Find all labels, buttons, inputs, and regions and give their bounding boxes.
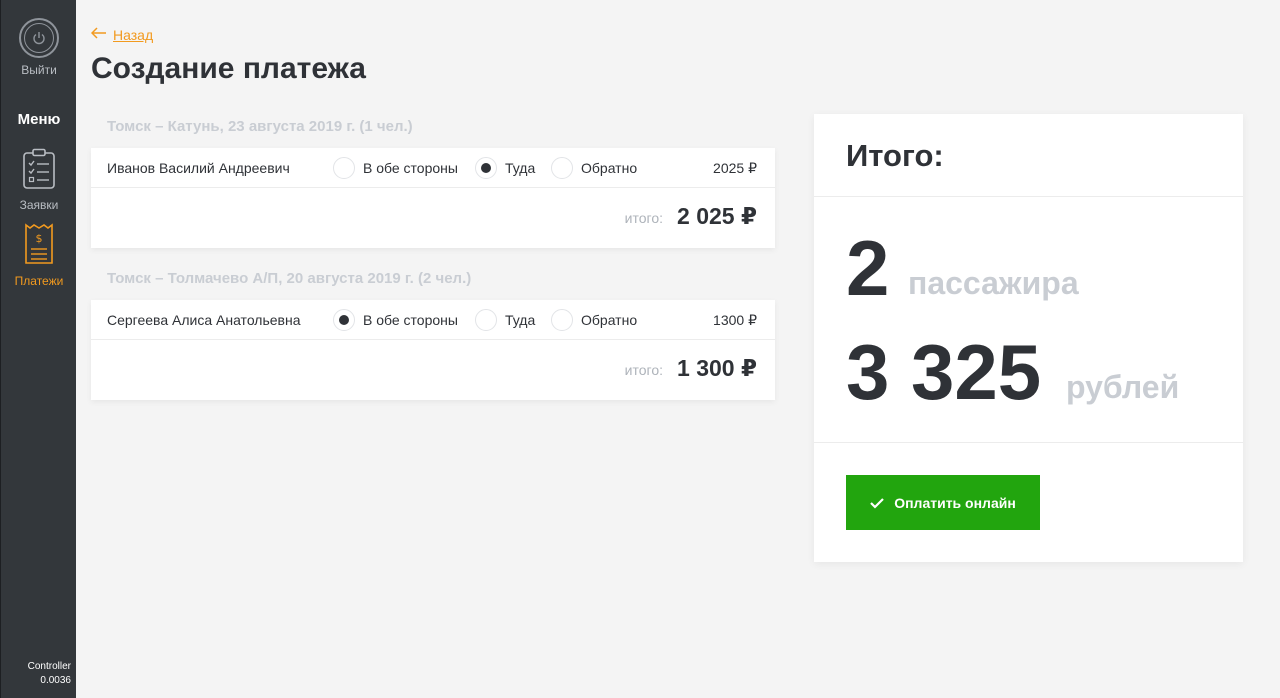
- sidebar-item-payments[interactable]: $ Платежи: [1, 222, 77, 288]
- radio-circle-selected: [475, 157, 497, 179]
- passengers-unit: пассажира: [908, 265, 1079, 301]
- radio-label: Туда: [505, 312, 536, 328]
- route-total: итого: 2 025 ₽: [91, 188, 775, 248]
- radio-circle: [475, 309, 497, 331]
- total-label: итого:: [624, 210, 663, 226]
- total-label: итого:: [624, 362, 663, 378]
- total-value: 1 300 ₽: [677, 355, 757, 381]
- radio-label: Туда: [505, 160, 536, 176]
- passenger-row: Иванов Василий Андреевич В обе стороны Т…: [91, 148, 775, 188]
- check-icon: [870, 497, 884, 509]
- passenger-price: 1300 ₽: [713, 312, 757, 328]
- clipboard-checklist-icon: [21, 148, 57, 194]
- radio-there[interactable]: Туда: [475, 309, 535, 331]
- passenger-row: Сергеева Алиса Анатольевна В обе стороны…: [91, 300, 775, 340]
- radio-label: Обратно: [581, 160, 638, 176]
- receipt-icon: $: [23, 223, 55, 270]
- amount-unit: рублей: [1066, 369, 1180, 405]
- pay-online-label: Оплатить онлайн: [894, 494, 1016, 511]
- passenger-price: 2025 ₽: [713, 160, 757, 176]
- logout-label: Выйти: [21, 63, 57, 77]
- passenger-name: Сергеева Алиса Анатольевна: [107, 312, 301, 328]
- radio-circle: [551, 157, 573, 179]
- sidebar-item-payments-label: Платежи: [14, 274, 64, 288]
- summary-header: Итого:: [814, 114, 1243, 197]
- route-title: Томск – Катунь, 23 августа 2019 г. (1 че…: [107, 118, 413, 135]
- radio-back[interactable]: Обратно: [551, 157, 637, 179]
- back-label: Назад: [113, 27, 154, 43]
- radio-label: В обе стороны: [363, 312, 458, 328]
- power-icon: [19, 18, 59, 58]
- pay-online-button[interactable]: Оплатить онлайн: [846, 475, 1040, 530]
- route-card: Иванов Василий Андреевич В обе стороны Т…: [91, 148, 775, 248]
- radio-label: Обратно: [581, 312, 638, 328]
- radio-label: В обе стороны: [363, 160, 458, 176]
- sidebar-item-orders-label: Заявки: [19, 198, 59, 212]
- logout-button[interactable]: Выйти: [1, 18, 77, 77]
- version-number: 0.0036: [40, 675, 71, 686]
- svg-text:$: $: [36, 232, 43, 245]
- route-total: итого: 1 300 ₽: [91, 340, 775, 400]
- radio-circle-selected: [333, 309, 355, 331]
- summary-title: Итого:: [846, 138, 944, 173]
- route-title: Томск – Толмачево А/П, 20 августа 2019 г…: [107, 270, 472, 287]
- back-link[interactable]: Назад: [90, 26, 154, 44]
- page-title: Создание платежа: [91, 52, 366, 85]
- summary-panel: Итого: 2 пассажира 3 325 рублей Оплатить…: [814, 114, 1243, 562]
- radio-back[interactable]: Обратно: [551, 309, 637, 331]
- radio-circle: [333, 157, 355, 179]
- version-app-name: Controller: [27, 661, 71, 672]
- total-amount: 3 325: [846, 328, 1042, 416]
- sidebar: Выйти Меню Заявки $ Платежи Controller 0…: [0, 0, 76, 698]
- arrow-left-icon: [90, 26, 107, 44]
- radio-both-ways[interactable]: В обе стороны: [333, 157, 458, 179]
- radio-there[interactable]: Туда: [475, 157, 535, 179]
- passenger-name: Иванов Василий Андреевич: [107, 160, 290, 176]
- radio-both-ways[interactable]: В обе стороны: [333, 309, 458, 331]
- summary-body: 2 пассажира 3 325 рублей: [814, 197, 1243, 443]
- passengers-count: 2: [846, 224, 890, 312]
- radio-circle: [551, 309, 573, 331]
- route-card: Сергеева Алиса Анатольевна В обе стороны…: [91, 300, 775, 400]
- total-value: 2 025 ₽: [677, 203, 757, 229]
- sidebar-item-orders[interactable]: Заявки: [1, 148, 77, 212]
- menu-title: Меню: [17, 111, 61, 128]
